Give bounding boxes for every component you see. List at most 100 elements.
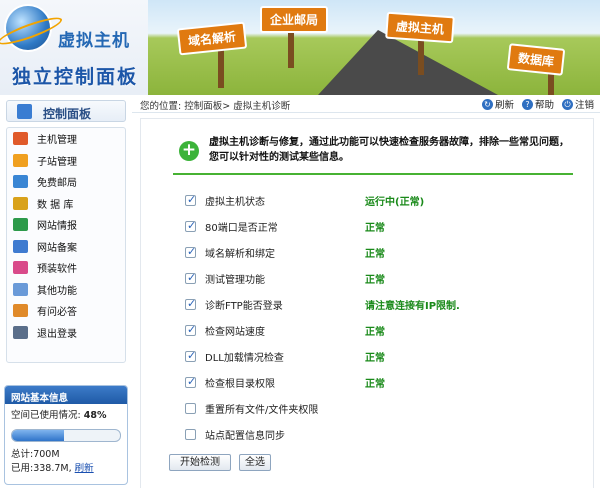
help-icon: ? [521,98,533,110]
check-status: 正常 [365,274,385,286]
check-label: 虚拟主机状态 [205,196,265,208]
diagnosis-intro: + 虚拟主机诊断与修复，通过此功能可以快速检查服务器故障，排除一些常见问题，您可… [173,133,573,175]
sites-icon [13,153,28,167]
site-info-title: 网站基本信息 [5,386,127,404]
check-label: 80端口是否正常 [205,222,278,234]
sidebar-menu: 主机管理子站管理免费邮局数 据 库网站情报网站备案预装软件其他功能有问必答退出登… [6,127,126,363]
brand-subtitle: 独立控制面板 [12,66,139,88]
mail-icon [13,175,28,189]
usage-progress-bar [11,429,121,442]
sidebar-item[interactable]: 退出登录 [7,322,125,344]
check-checkbox[interactable] [185,402,196,414]
sidebar-item-label: 免费邮局 [37,178,77,190]
sidebar-item-label: 退出登录 [37,328,77,340]
sign-domain: 域名解析 [176,21,248,56]
check-row: 检查网站速度 正常 [185,322,585,338]
sidebar-item[interactable]: 网站情报 [7,214,125,236]
globe-icon [6,6,50,50]
sidebar-item[interactable]: 数 据 库 [7,193,125,215]
check-checkbox[interactable] [185,219,196,232]
usage-total: 总计:700M [11,449,60,460]
other-icon [13,282,28,296]
record-icon [13,239,28,253]
refresh-button[interactable]: ↻ 刷新 [481,97,514,111]
sidebar-item-label: 主机管理 [37,135,77,147]
sidebar-item[interactable]: 子站管理 [7,150,125,172]
check-status: 正常 [365,378,385,390]
check-checkbox[interactable] [185,323,196,336]
start-check-button[interactable]: 开始检测 [169,454,231,471]
check-status: 正常 [365,248,385,260]
check-checkbox[interactable] [185,271,196,284]
check-label: DLL加载情况检查 [205,352,284,364]
breadcrumb: 您的位置: 控制面板> 虚拟主机诊断 [140,101,291,112]
logout-icon [13,325,28,339]
refresh-label: 刷新 [494,100,514,111]
usage-used: 已用:338.7M, [11,463,72,474]
help-button[interactable]: ? 帮助 [521,97,554,111]
help-label: 帮助 [534,100,554,111]
sidebar-item[interactable]: 其他功能 [7,279,125,301]
check-checkbox[interactable] [185,428,196,440]
check-label: 测试管理功能 [205,274,265,286]
site-info-box: 网站基本信息 空间已使用情况: 48% 总计:700M 已用:338.7M, 刷… [4,385,128,485]
qa-icon [13,304,28,318]
plus-icon: + [179,141,199,161]
logo: 虚拟主机 独立控制面板 [0,0,160,95]
check-status: 正常 [365,222,385,234]
check-row: 诊断FTP能否登录 请注意连接有IP限制. [185,296,585,312]
check-label: 重置所有文件/文件夹权限 [205,404,319,416]
logout-icon: ⏻ [561,98,573,110]
check-checkbox[interactable] [185,245,196,258]
refresh-icon: ↻ [481,98,493,110]
sidebar-item[interactable]: 主机管理 [7,128,125,150]
software-icon [13,261,28,275]
check-row: 80端口是否正常 正常 [185,218,585,234]
usage-value: 48% [83,410,107,421]
house-icon [13,132,28,146]
sidebar-item-label: 网站情报 [37,221,77,233]
sidebar-item[interactable]: 预装软件 [7,257,125,279]
sidebar-item-label: 网站备案 [37,242,77,254]
control-panel-header: 控制面板 [6,100,126,122]
usage-progress-fill [12,430,64,441]
select-all-button[interactable]: 全选 [239,454,271,471]
toolbar: ↻ 刷新 ? 帮助 ⏻ 注销 [481,97,594,111]
check-checkbox[interactable] [185,193,196,206]
check-row: 重置所有文件/文件夹权限 [185,400,585,416]
sidebar-item-label: 其他功能 [37,285,77,297]
check-row: 站点配置信息同步 [185,426,585,442]
intro-text: 虚拟主机诊断与修复，通过此功能可以快速检查服务器故障，排除一些常见问题，您可以针… [209,137,569,163]
breadcrumb-bar: 您的位置: 控制面板> 虚拟主机诊断 ↻ 刷新 ? 帮助 ⏻ 注销 [132,95,600,113]
sign-vhost: 虚拟主机 [385,11,455,44]
sidebar-item-label: 数 据 库 [37,199,74,211]
check-checkbox[interactable] [185,349,196,362]
check-status: 运行中(正常) [365,196,425,208]
check-checkbox[interactable] [185,375,196,388]
check-label: 诊断FTP能否登录 [205,300,283,312]
panel-icon [17,104,32,119]
check-row: DLL加载情况检查 正常 [185,348,585,364]
logout-button[interactable]: ⏻ 注销 [561,97,594,111]
check-status: 正常 [365,352,385,364]
sidebar: 控制面板 主机管理子站管理免费邮局数 据 库网站情报网站备案预装软件其他功能有问… [0,95,132,492]
sign-mail: 企业邮局 [260,6,329,33]
check-row: 测试管理功能 正常 [185,270,585,286]
check-checkbox[interactable] [185,297,196,310]
check-status: 请注意连接有IP限制. [365,300,460,312]
brand-title: 虚拟主机 [58,31,130,51]
check-status: 正常 [365,326,385,338]
sidebar-item[interactable]: 有问必答 [7,300,125,322]
panel-title: 控制面板 [43,107,92,121]
sidebar-item[interactable]: 免费邮局 [7,171,125,193]
sidebar-item-label: 预装软件 [37,264,77,276]
usage-label: 空间已使用情况: [11,410,81,421]
check-row: 虚拟主机状态 运行中(正常) [185,192,585,208]
sidebar-item-label: 子站管理 [37,156,77,168]
check-label: 站点配置信息同步 [205,430,285,442]
globe-icon [13,218,28,232]
sidebar-item[interactable]: 网站备案 [7,236,125,258]
usage-refresh-link[interactable]: 刷新 [75,463,94,474]
logout-label: 注销 [574,100,594,111]
database-icon [13,196,28,210]
